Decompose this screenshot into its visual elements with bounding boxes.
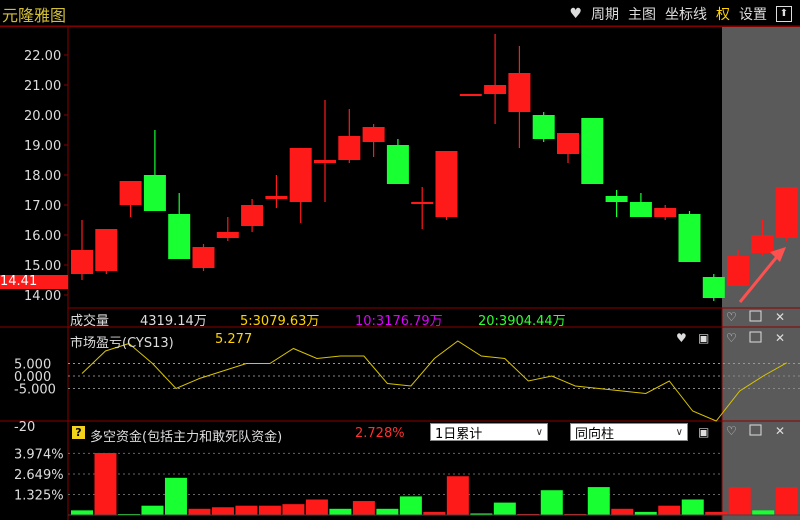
fund-bar: [282, 504, 305, 515]
cys-value: 5.277: [215, 332, 253, 347]
fund-bar: [352, 501, 375, 515]
candle-body: [411, 202, 434, 204]
fund-bar: [94, 453, 117, 515]
heart-icon: ♡: [726, 331, 737, 345]
accumulate-dropdown-value: 1日累计: [435, 426, 483, 442]
window-icon: ▣: [698, 331, 709, 345]
candle-body: [654, 208, 677, 217]
candle-body: [459, 94, 482, 96]
fund-bar: [211, 507, 234, 515]
candle-body: [362, 127, 385, 142]
close-icon: ✕: [775, 310, 785, 324]
price-tick-label: 17.00: [24, 199, 61, 214]
fund-bar: [446, 476, 469, 515]
price-tick-label: 15.00: [24, 259, 61, 274]
fund-tick-label: 3.974%: [14, 447, 64, 462]
fund-bar: [540, 490, 563, 515]
current-price-tag: 14.41: [0, 275, 68, 289]
fund-bar: [71, 510, 93, 515]
cys-tick-label: -20: [14, 420, 35, 435]
candle-body: [775, 187, 798, 238]
bar-type-dropdown-value: 同向柱: [575, 426, 615, 442]
heart-icon: ♡: [726, 310, 737, 324]
fund-bar: [587, 487, 610, 515]
candle-body: [386, 145, 409, 184]
candle-body: [629, 202, 652, 217]
heart-icon: ♥: [676, 331, 687, 345]
cys-tick-label: -5.000: [14, 383, 56, 398]
fund-value: 2.728%: [355, 426, 405, 441]
window-icon: ▣: [698, 425, 709, 439]
fund-bar: [235, 505, 258, 515]
cys-line: [81, 340, 787, 422]
fund-bar: [141, 505, 164, 515]
candle-body: [484, 85, 507, 94]
fund-tick-label: 2.649%: [14, 468, 64, 483]
candle-body: [265, 196, 288, 199]
candle-body: [727, 256, 750, 286]
candle-body: [751, 235, 774, 253]
price-tick-label: 16.00: [24, 229, 61, 244]
heart-icon: ♡: [726, 424, 737, 438]
candle-body: [508, 73, 531, 112]
price-tick-label: 20.00: [24, 109, 61, 124]
fund-label: 多空资金(包括主力和敢死队资金): [90, 430, 283, 445]
volume-value: 4319.14万: [140, 314, 207, 329]
candle-body: [168, 214, 191, 259]
price-tick-label: 19.00: [24, 139, 61, 154]
fund-bar: [258, 505, 281, 515]
fund-bar: [305, 499, 328, 515]
candle-body: [119, 181, 142, 205]
fund-bar: [752, 510, 775, 515]
price-tick-label: 22.00: [24, 49, 61, 64]
fund-bar: [611, 508, 634, 515]
price-tick-label: 14.00: [24, 289, 61, 304]
fund-bar: [728, 487, 751, 515]
cys-label: 市场盈亏(CYS13): [70, 336, 174, 351]
volume-ma5: 5:3079.63万: [240, 314, 320, 329]
fund-bar: [399, 496, 422, 515]
candle-body: [581, 118, 604, 184]
fund-bar: [329, 508, 352, 515]
candle-body: [557, 133, 579, 154]
candle-body: [314, 160, 336, 163]
fund-bar: [376, 508, 399, 515]
candle-body: [143, 175, 166, 211]
candle-body: [532, 115, 555, 139]
candle-body: [71, 250, 93, 274]
candle-body: [289, 148, 312, 202]
fund-bar: [658, 505, 681, 515]
accumulate-dropdown[interactable]: 1日累计 ∨: [430, 423, 548, 442]
fund-tick-label: 1.325%: [14, 488, 64, 503]
price-tick-label: 18.00: [24, 169, 61, 184]
bar-type-dropdown[interactable]: 同向柱 ∨: [570, 423, 688, 442]
chevron-down-icon: ∨: [535, 426, 543, 438]
close-icon: ✕: [775, 424, 785, 438]
price-tick-label: 21.00: [24, 79, 61, 94]
candle-body: [241, 205, 264, 226]
candle-body: [435, 151, 458, 217]
fund-bar: [188, 508, 211, 515]
fund-bar: [681, 499, 704, 515]
volume-ma10: 10:3176.79万: [355, 314, 443, 329]
candle-body: [216, 232, 239, 238]
fund-bar: [775, 487, 798, 515]
chevron-down-icon: ∨: [675, 426, 683, 438]
volume-ma20: 20:3904.44万: [478, 314, 566, 329]
volume-label: 成交量: [70, 314, 110, 329]
close-icon: ✕: [775, 331, 785, 345]
fund-bar: [164, 477, 187, 515]
candle-body: [678, 214, 701, 262]
candle-body: [192, 247, 215, 268]
candle-body: [95, 229, 118, 271]
candle-body: [702, 277, 725, 298]
fund-bar: [493, 502, 516, 515]
candle-body: [338, 136, 361, 160]
help-icon[interactable]: ?: [72, 426, 85, 439]
candle-body: [605, 196, 628, 202]
